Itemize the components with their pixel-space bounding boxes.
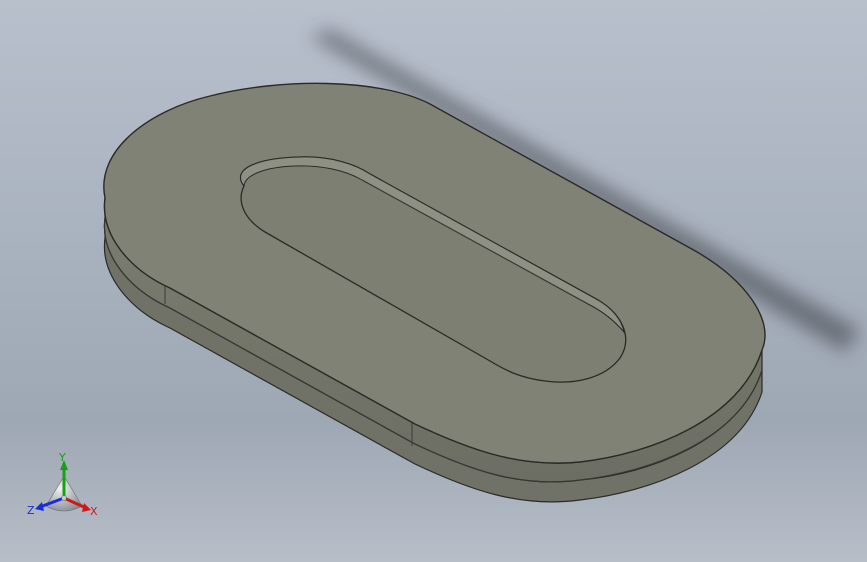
axis-triad[interactable]: Y X Z — [24, 448, 104, 524]
z-axis-arrow-icon — [35, 502, 44, 511]
model-scene[interactable] — [0, 0, 867, 562]
y-axis-label: Y — [59, 451, 66, 464]
z-axis-label: Z — [27, 504, 35, 517]
x-axis-label: X — [90, 505, 98, 518]
3d-viewport[interactable]: Y X Z — [0, 0, 867, 562]
triad-origin — [61, 495, 67, 501]
